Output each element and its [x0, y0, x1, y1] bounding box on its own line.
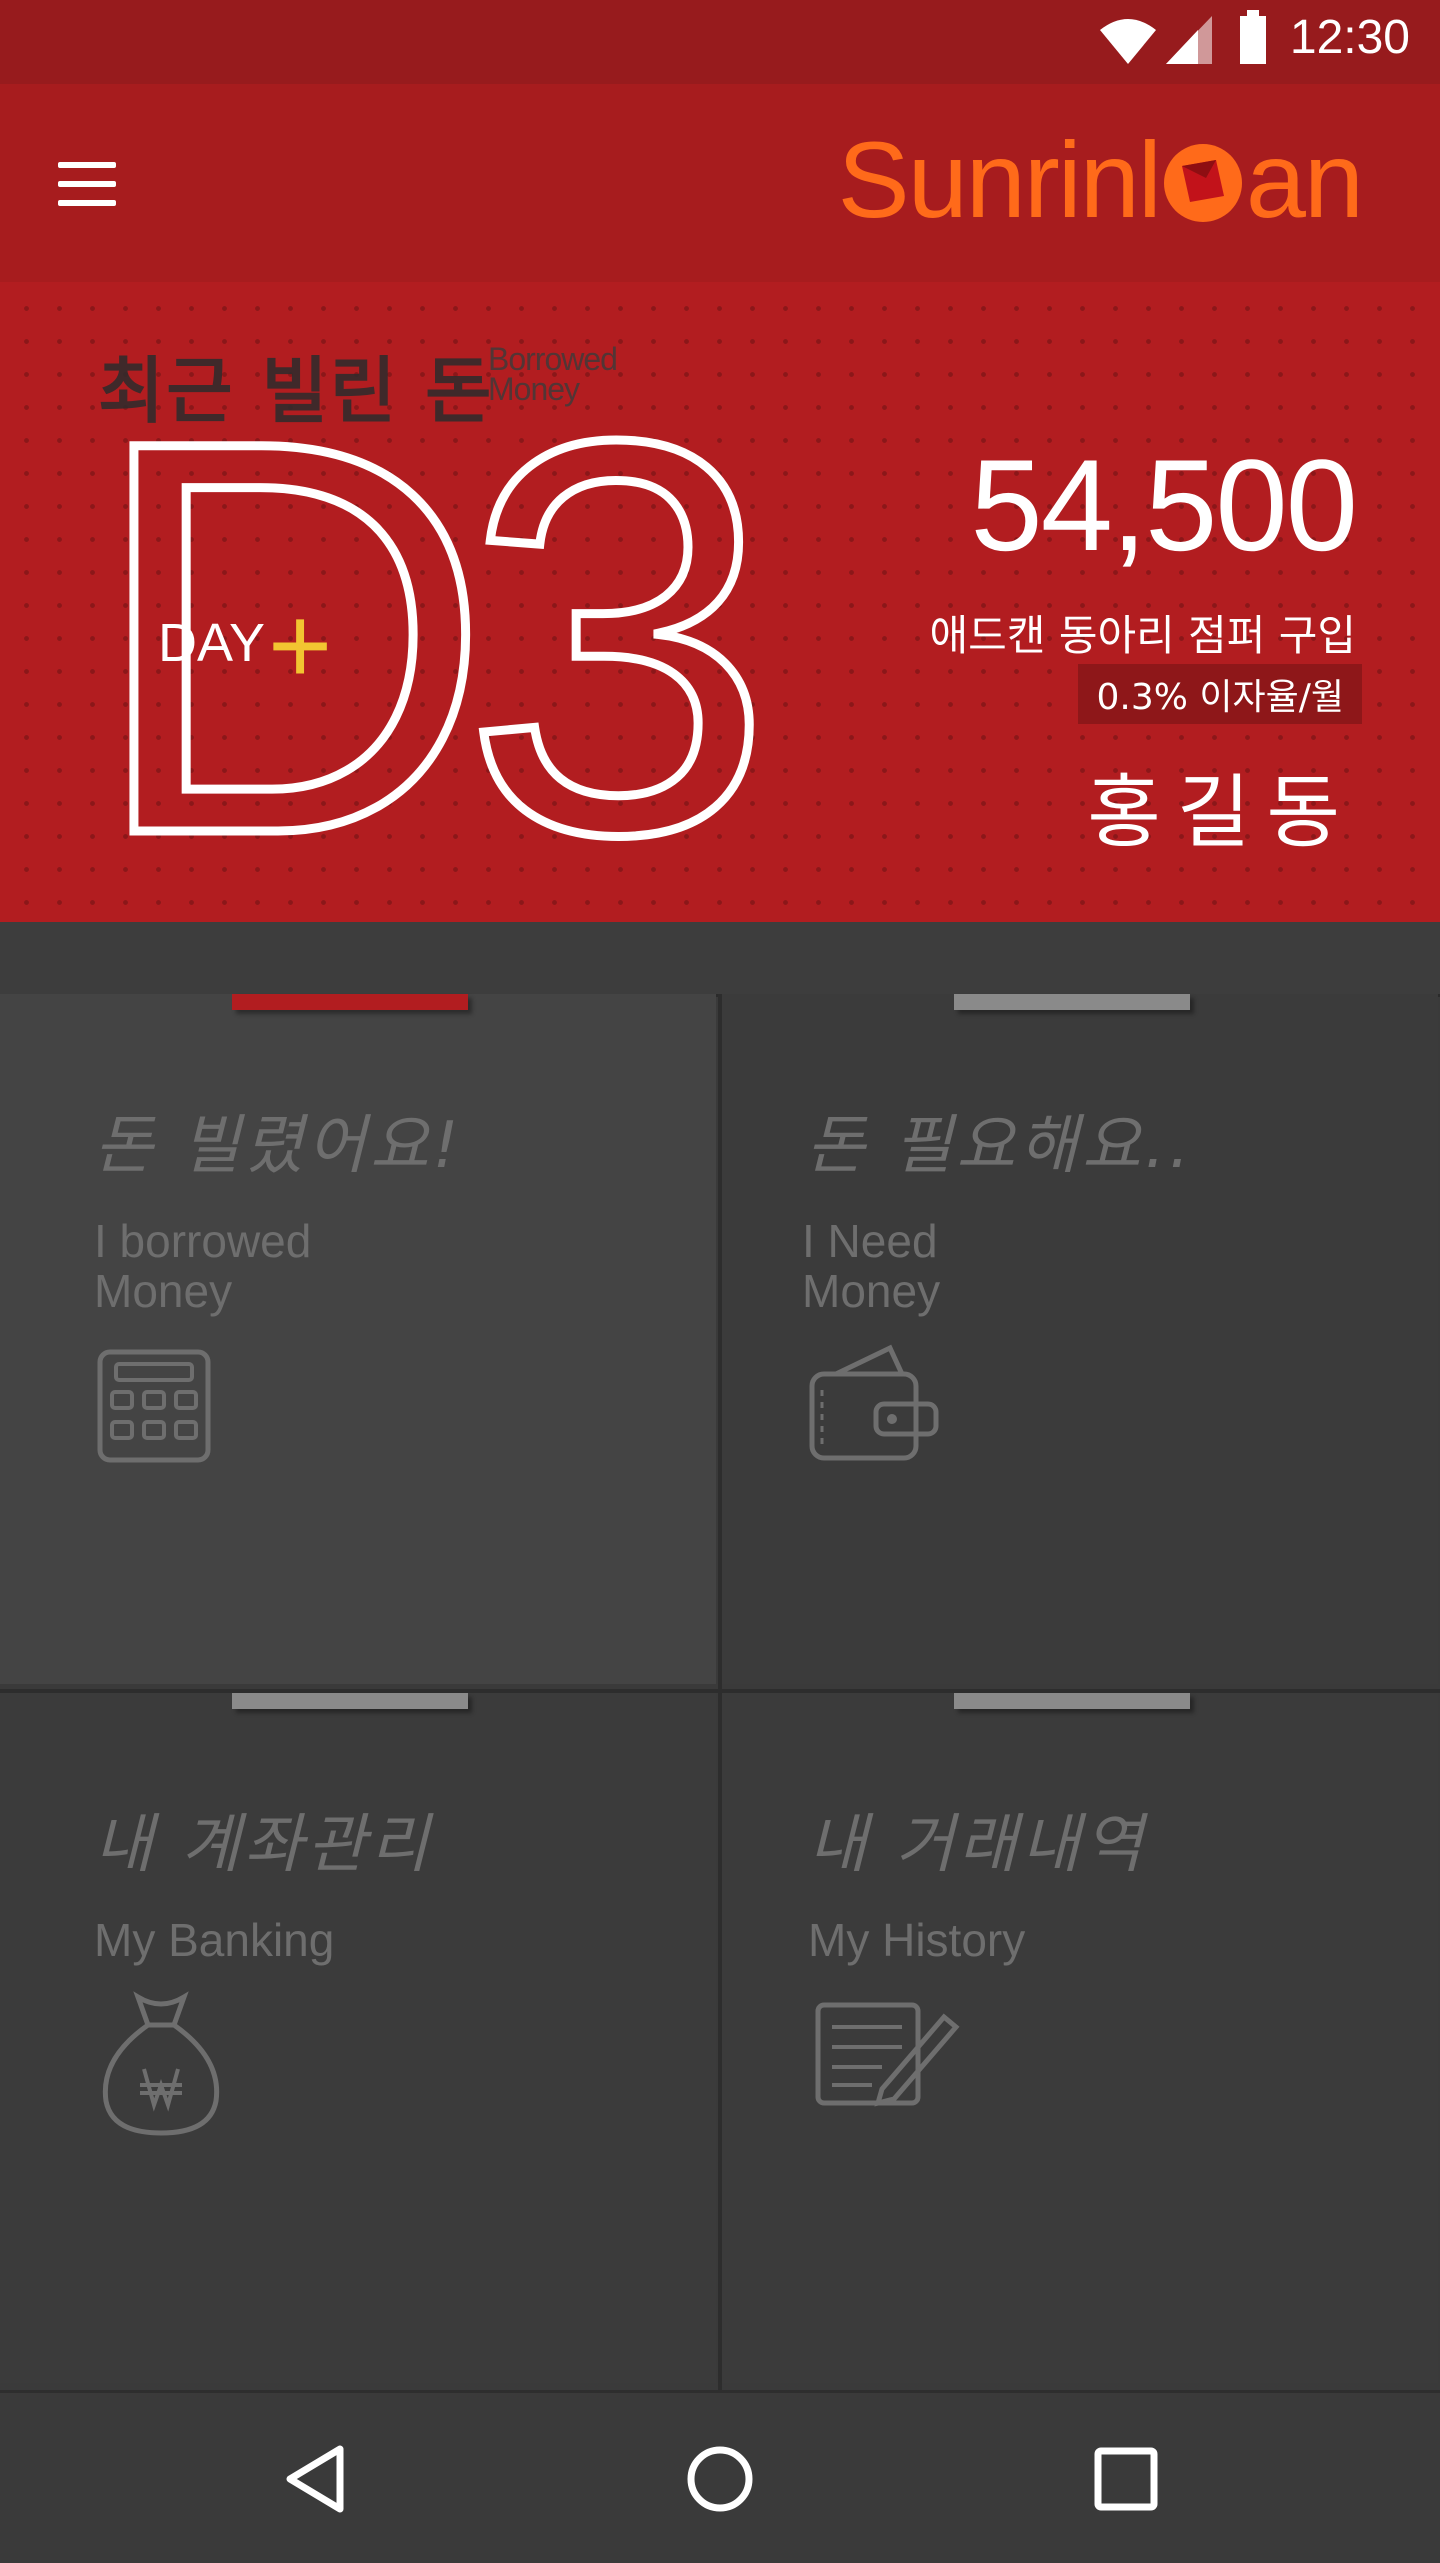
- recent-borrowed-card[interactable]: 최근 빌린 돈 Borrowed Money D3 DAY + 54,500 애…: [0, 282, 1440, 922]
- tile-title-korean: 내 계좌관리: [94, 1808, 433, 1882]
- tile-title-english-line1: My History: [808, 1914, 1026, 1966]
- tile-title-english-line1: My Banking: [94, 1914, 335, 1966]
- tile-i-borrowed-money[interactable]: 돈 빌렸어요! I borrowed Money: [0, 994, 716, 1684]
- grid-header-strip: [0, 922, 1440, 997]
- tile-i-need-money[interactable]: 돈 필요해요.. I Need Money: [722, 994, 1438, 1684]
- notepad-icon: [815, 2002, 960, 2107]
- tile-title-english: My Banking: [94, 1915, 334, 1965]
- back-icon[interactable]: [280, 2443, 352, 2515]
- clock: 12:30: [1289, 11, 1410, 64]
- status-bar: 12:30: [0, 0, 1440, 84]
- tile-title-korean: 돈 빌렸어요!: [94, 1109, 463, 1183]
- recents-icon[interactable]: [1090, 2443, 1162, 2515]
- borrowed-item: 애드캔 동아리 점퍼 구입: [929, 611, 1356, 660]
- battery-icon: [1240, 10, 1266, 64]
- brand-text-right: an: [1245, 118, 1364, 240]
- money-bag-icon: [102, 1991, 220, 2136]
- grid-divider-horizontal: [0, 1689, 1440, 1693]
- tile-tab-indicator: [954, 994, 1190, 1010]
- tile-tab-indicator: [954, 1693, 1190, 1709]
- tile-title-english-line2: Money: [802, 1265, 941, 1317]
- tile-title-english: I borrowed Money: [94, 1216, 311, 1316]
- tile-title-english-line2: Money: [94, 1265, 233, 1317]
- brand-mark-icon: [1163, 144, 1242, 222]
- brand-text-left: Sunrinl: [837, 118, 1162, 240]
- home-icon[interactable]: [684, 2443, 756, 2515]
- day-label: DAY: [158, 613, 266, 673]
- tile-my-history[interactable]: 내 거래내역 My History: [722, 1693, 1438, 2383]
- interest-rate-badge: 0.3% 이자율/월: [1078, 664, 1362, 724]
- tile-tab-indicator: [232, 1693, 468, 1709]
- borrower-name: 홍길동: [1087, 766, 1356, 859]
- wifi-icon: [1100, 19, 1156, 64]
- app-bar: Sunrinl an: [0, 84, 1440, 282]
- signal-icon: [1166, 16, 1212, 64]
- tile-tab-indicator: [232, 994, 468, 1010]
- calculator-icon: [97, 1349, 211, 1463]
- tile-title-korean: 돈 필요해요..: [806, 1109, 1194, 1183]
- tile-title-english-line1: I borrowed: [94, 1215, 312, 1267]
- menu-icon[interactable]: [58, 162, 116, 206]
- tile-title-korean: 내 거래내역: [808, 1808, 1147, 1882]
- borrowed-amount: 54,500: [970, 432, 1358, 578]
- brand-logo: Sunrinl an: [838, 119, 1364, 240]
- tile-my-banking[interactable]: 내 계좌관리 My Banking: [0, 1693, 716, 2383]
- tile-title-english-line1: I Need: [802, 1215, 938, 1267]
- wallet-icon: [809, 1344, 939, 1461]
- tile-title-english: I Need Money: [802, 1216, 940, 1316]
- day-plus-sign: +: [268, 584, 333, 707]
- system-nav-bar: [0, 2390, 1440, 2563]
- tile-title-english: My History: [808, 1915, 1025, 1965]
